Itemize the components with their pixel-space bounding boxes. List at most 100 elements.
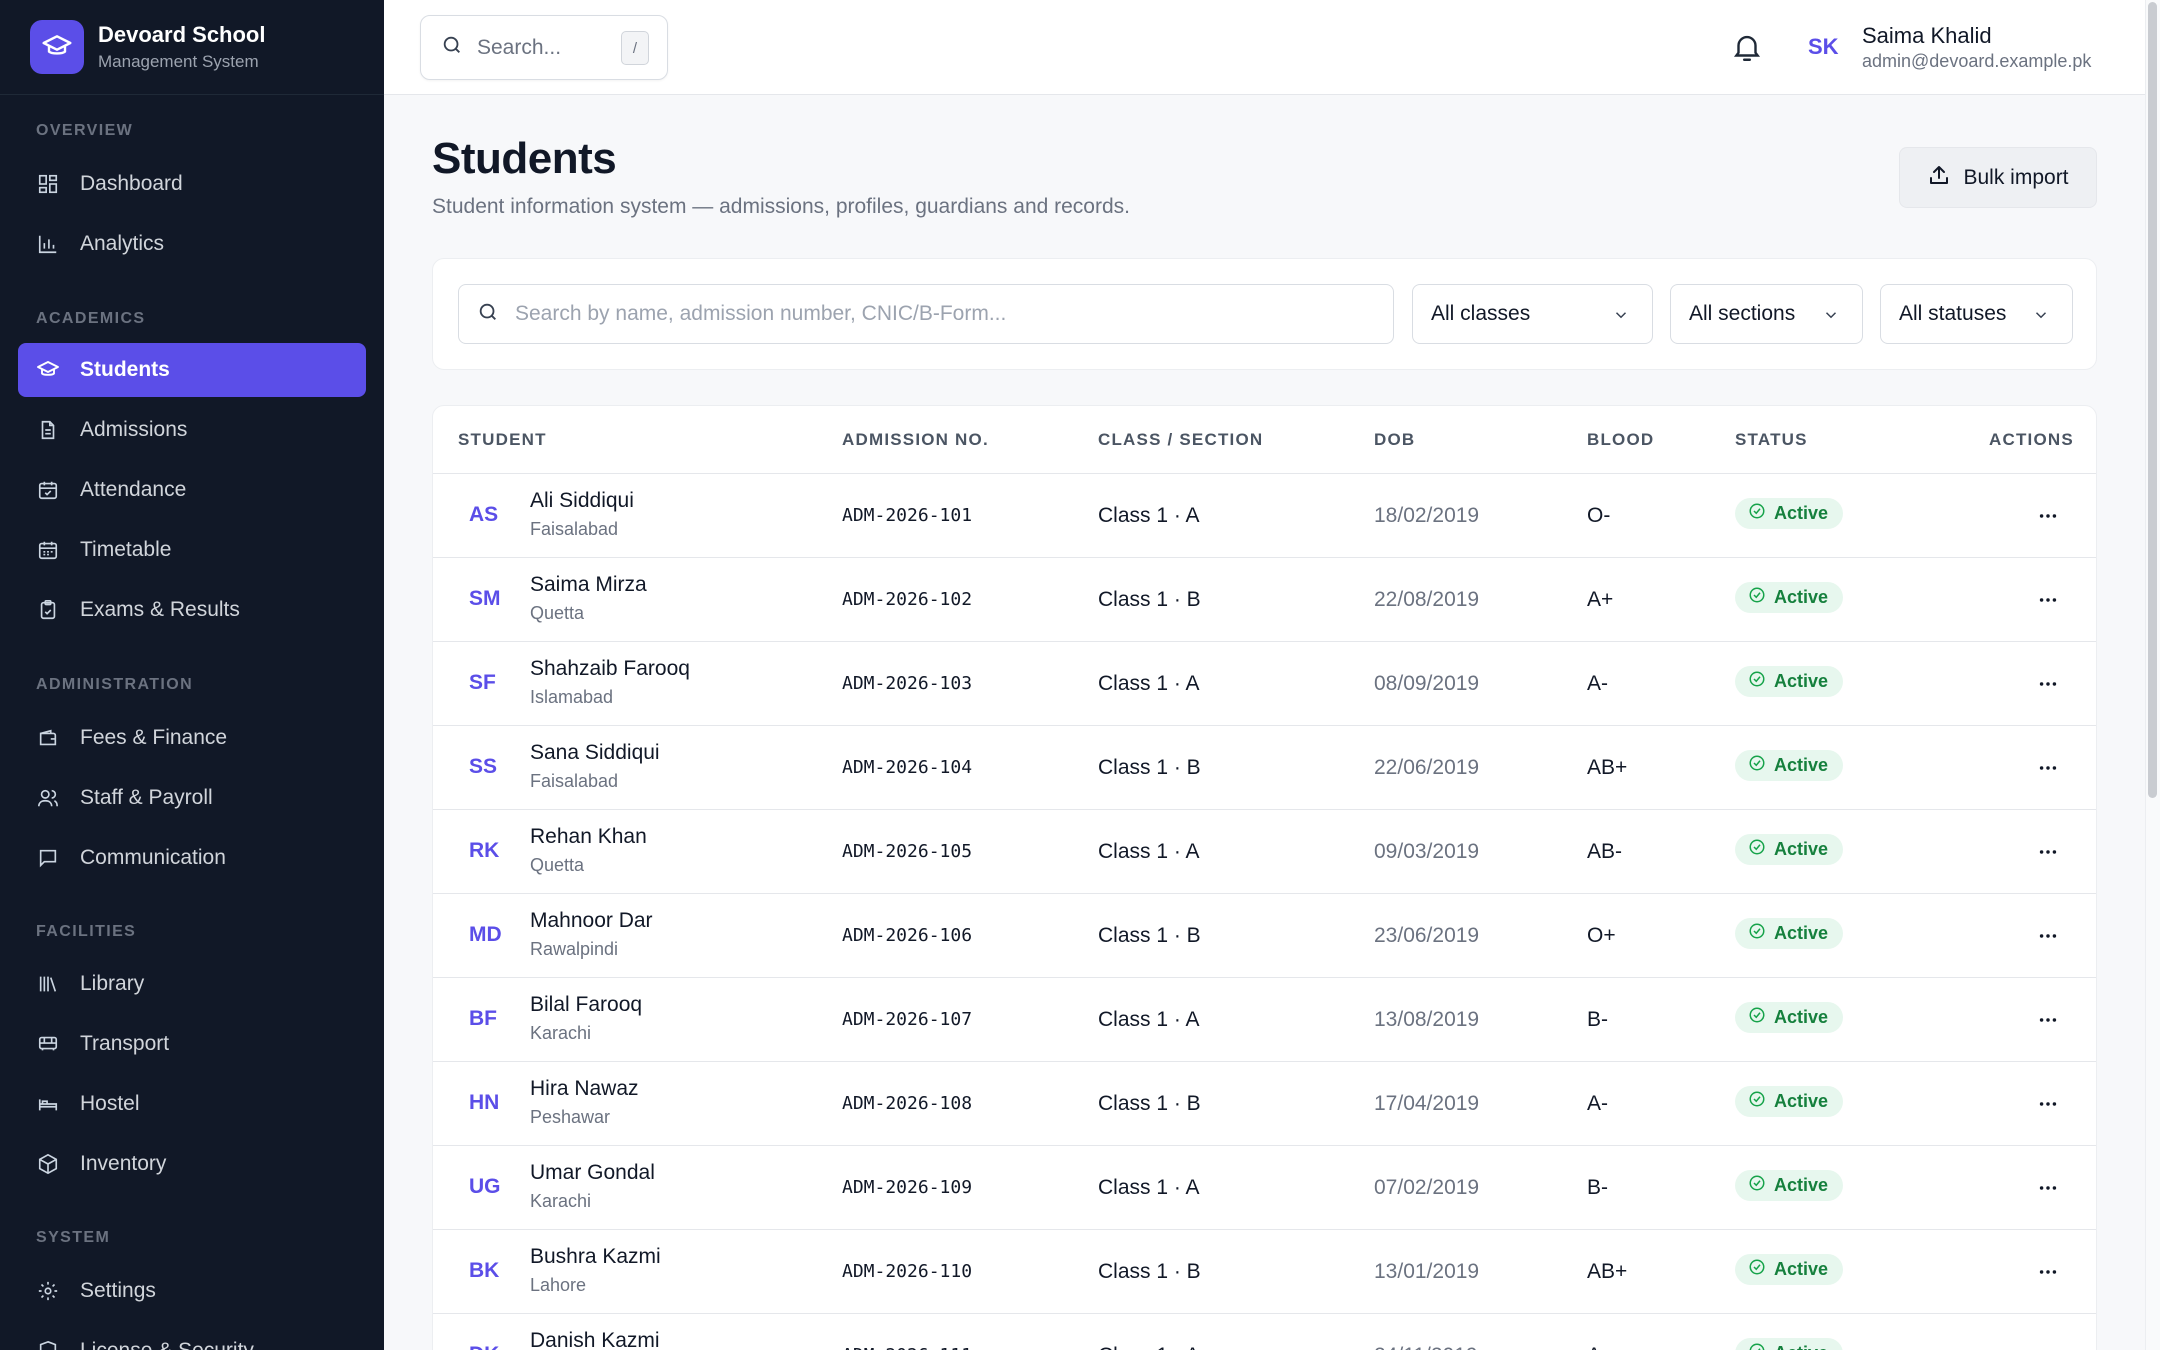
status-label: Active: [1774, 923, 1829, 943]
status-label: Active: [1774, 1343, 1828, 1350]
date-of-birth: 22/06/2019: [1374, 756, 1480, 779]
more-actions-icon[interactable]: [2033, 585, 2063, 615]
admission-number: ADM-2026-104: [842, 757, 973, 778]
table-row[interactable]: MD Mahnoor Dar Rawalpindi ADM-2026-106 Class…: [433, 894, 2096, 978]
blood-group: AB+: [1587, 756, 1628, 779]
student-avatar: DK: [469, 1343, 513, 1350]
table-row[interactable]: RK Rehan Khan Quetta ADM-2026-105 Class 1 · …: [433, 810, 2096, 894]
more-actions-icon[interactable]: [2033, 921, 2063, 951]
column-header-dob[interactable]: DOB: [1374, 430, 1415, 450]
global-search-input[interactable]: Search... /: [420, 15, 668, 80]
sidebar-item-admissions[interactable]: Admissions: [18, 403, 366, 457]
student-name[interactable]: Ali Siddiqui: [530, 489, 634, 513]
sidebar-item-attendance[interactable]: Attendance: [18, 463, 366, 517]
more-actions-icon[interactable]: [2033, 501, 2063, 531]
more-actions-icon[interactable]: [2033, 1341, 2063, 1350]
student-name[interactable]: Hira Nawaz: [530, 1077, 639, 1101]
table-row[interactable]: BF Bilal Farooq Karachi ADM-2026-107 Class 1…: [433, 978, 2096, 1062]
date-of-birth: 07/02/2019: [1374, 1176, 1480, 1199]
sidebar-item-label: Communication: [80, 846, 226, 869]
more-actions-icon[interactable]: [2033, 669, 2063, 699]
student-search-input[interactable]: Search by name, admission number, CNIC/B…: [458, 284, 1394, 344]
date-of-birth: 23/06/2019: [1374, 924, 1480, 947]
table-row[interactable]: SS Sana Siddiqui Faisalabad ADM-2026-104 Cla…: [433, 726, 2096, 810]
brand-subtitle: Management System: [98, 52, 259, 71]
column-header-blood[interactable]: BLOOD: [1587, 430, 1654, 450]
sidebar-item-label: Analytics: [80, 232, 165, 255]
table-row[interactable]: BK Bushra Kazmi Lahore ADM-2026-110 Class 1 …: [433, 1230, 2096, 1314]
blood-group: A-: [1587, 672, 1608, 695]
student-name[interactable]: Bilal Farooq: [530, 993, 642, 1017]
table-row[interactable]: AS Ali Siddiqui Faisalabad ADM-2026-101 Clas…: [433, 474, 2096, 558]
more-actions-icon[interactable]: [2033, 1089, 2063, 1119]
status-filter-select[interactable]: All statuses: [1880, 284, 2073, 344]
sidebar-item-analytics[interactable]: Analytics: [18, 217, 366, 271]
class-filter-select[interactable]: All classes: [1412, 284, 1653, 344]
user-avatar[interactable]: SK: [1808, 34, 1839, 60]
student-city: Islamabad: [530, 687, 614, 707]
scrollbar-thumb[interactable]: [2148, 2, 2157, 798]
more-actions-icon[interactable]: [2033, 1005, 2063, 1035]
student-name[interactable]: Mahnoor Dar: [530, 909, 653, 933]
package-icon: [36, 1152, 60, 1176]
sidebar-item-transport[interactable]: Transport: [18, 1017, 366, 1071]
table-row[interactable]: SM Saima Mirza Quetta ADM-2026-102 Class 1 ·…: [433, 558, 2096, 642]
sidebar-item-exams-results[interactable]: Exams & Results: [18, 583, 366, 637]
more-actions-icon[interactable]: [2033, 753, 2063, 783]
sidebar-item-label: Students: [80, 358, 170, 381]
bus-icon: [36, 1032, 60, 1056]
sidebar-item-hostel[interactable]: Hostel: [18, 1077, 366, 1131]
student-name[interactable]: Danish Kazmi: [530, 1329, 660, 1350]
column-header-student[interactable]: STUDENT: [458, 430, 547, 450]
status-badge: Active: [1735, 1338, 1844, 1350]
sidebar-item-dashboard[interactable]: Dashboard: [18, 157, 366, 211]
sidebar-item-label: Dashboard: [80, 172, 183, 195]
status-badge: Active: [1735, 834, 1844, 865]
sidebar-item-students[interactable]: Students: [18, 343, 366, 397]
sidebar-item-label: License & Security: [80, 1339, 254, 1350]
student-avatar: SS: [469, 755, 498, 778]
sidebar-item-fees-finance[interactable]: Fees & Finance: [18, 711, 366, 765]
student-avatar: HN: [469, 1091, 500, 1114]
student-avatar: MD: [469, 923, 502, 946]
more-actions-icon[interactable]: [2033, 837, 2063, 867]
student-city: Karachi: [530, 1023, 592, 1043]
user-name: Saima Khalid: [1862, 23, 1992, 48]
sidebar-item-label: Exams & Results: [80, 598, 240, 621]
class-section: Class 1 · A: [1098, 672, 1200, 695]
sidebar-item-library[interactable]: Library: [18, 957, 366, 1011]
table-row[interactable]: SF Shahzaib Farooq Islamabad ADM-2026-103 Cl…: [433, 642, 2096, 726]
sidebar-item-inventory[interactable]: Inventory: [18, 1137, 366, 1191]
status-badge: Active: [1735, 1170, 1844, 1201]
table-row[interactable]: UG Umar Gondal Karachi ADM-2026-109 Class 1 …: [433, 1146, 2096, 1230]
column-header-status[interactable]: STATUS: [1735, 430, 1808, 450]
sidebar-item-staff-payroll[interactable]: Staff & Payroll: [18, 771, 366, 825]
column-header-actions: ACTIONS: [1989, 430, 2074, 449]
section-filter-select[interactable]: All sections: [1670, 284, 1863, 344]
student-name[interactable]: Rehan Khan: [530, 825, 647, 849]
check-circle-icon: [1748, 754, 1774, 777]
student-name[interactable]: Shahzaib Farooq: [530, 657, 690, 681]
status-badge: Active: [1735, 498, 1844, 529]
column-header-class-section[interactable]: CLASS / SECTION: [1098, 430, 1263, 450]
column-header-admission-no[interactable]: ADMISSION NO.: [842, 430, 989, 450]
notifications-bell-icon[interactable]: [1730, 30, 1764, 64]
wallet-icon: [36, 726, 60, 750]
student-name[interactable]: Umar Gondal: [530, 1161, 655, 1185]
sidebar-item-license-security[interactable]: License & Security: [18, 1324, 366, 1350]
student-name[interactable]: Sana Siddiqui: [530, 741, 660, 765]
table-row[interactable]: HN Hira Nawaz Peshawar ADM-2026-108 Class 1 …: [433, 1062, 2096, 1146]
bed-icon: [36, 1092, 60, 1116]
sidebar-item-communication[interactable]: Communication: [18, 831, 366, 885]
nav-section-overview: OVERVIEW: [36, 122, 134, 139]
bulk-import-button[interactable]: Bulk import: [1899, 147, 2097, 208]
admission-number: ADM-2026-103: [842, 673, 973, 694]
status-label: Active: [1774, 755, 1829, 775]
table-row[interactable]: DK Danish Kazmi ADM-2026-111 Class 1 · A 24/…: [433, 1314, 2096, 1350]
more-actions-icon[interactable]: [2033, 1257, 2063, 1287]
student-name[interactable]: Saima Mirza: [530, 573, 647, 597]
sidebar-item-settings[interactable]: Settings: [18, 1264, 366, 1318]
student-name[interactable]: Bushra Kazmi: [530, 1245, 661, 1269]
sidebar-item-timetable[interactable]: Timetable: [18, 523, 366, 577]
more-actions-icon[interactable]: [2033, 1173, 2063, 1203]
